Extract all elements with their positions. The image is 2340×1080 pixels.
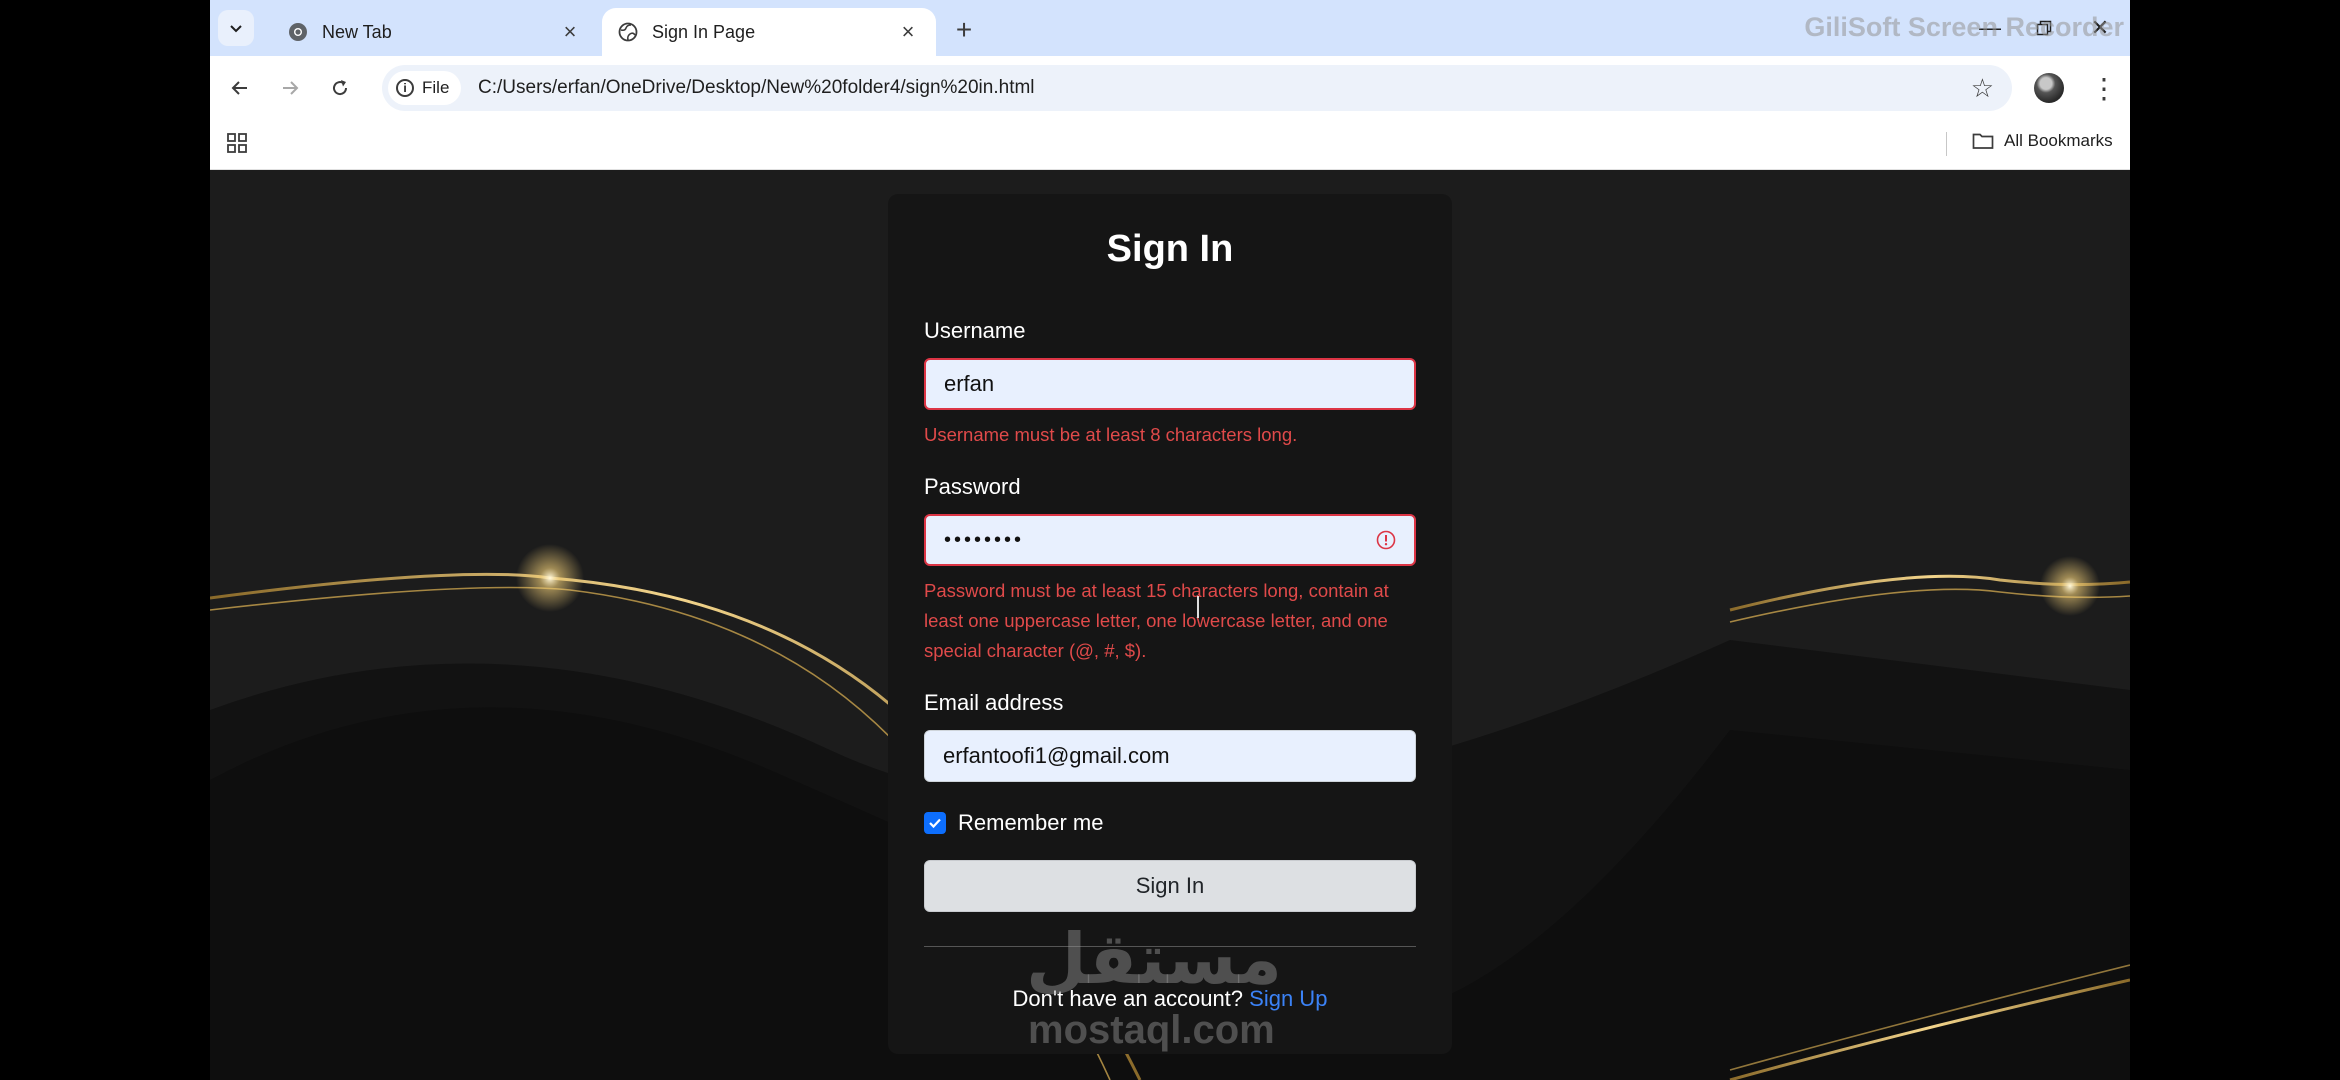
form-title: Sign In [1106, 228, 1234, 270]
tab-title: Sign In Page [652, 21, 756, 42]
all-bookmarks-label: All Bookmarks [2004, 131, 2113, 150]
password-error: Password must be at least 15 characters … [924, 580, 1389, 661]
recorder-watermark: GiliSoft Screen Recorder [1804, 12, 2124, 42]
back-arrow-icon[interactable] [222, 70, 258, 106]
watermark-arabic: مستقل [1026, 918, 1283, 1000]
globe-icon [618, 22, 638, 42]
remember-me-label[interactable]: Remember me [958, 810, 1103, 836]
chrome-icon [289, 23, 307, 41]
password-input[interactable]: •••••••• [924, 514, 1416, 566]
remember-me-checkbox[interactable] [924, 812, 946, 834]
forward-arrow-icon[interactable] [272, 70, 308, 106]
username-input[interactable]: erfan [924, 358, 1416, 410]
address-bar[interactable]: i File C:/Users/erfan/OneDrive/Desktop/N… [382, 65, 2012, 111]
site-chip-label: File [422, 78, 450, 97]
tab-search-chevron-icon[interactable] [218, 10, 254, 46]
password-value: •••••••• [944, 528, 1025, 551]
all-bookmarks-button[interactable]: All Bookmarks [1972, 131, 2113, 151]
url-text[interactable]: C:/Users/erfan/OneDrive/Desktop/New%20fo… [478, 77, 1035, 99]
tab-title: New Tab [322, 21, 392, 42]
text-cursor [1197, 596, 1199, 618]
tab-close-icon[interactable]: × [558, 19, 582, 45]
username-label: Username [924, 318, 1026, 343]
menu-kebab-icon[interactable]: ⋮ [2090, 70, 2118, 106]
bookmarks-separator [1946, 132, 1947, 156]
watermark-latin: mostaql.com [1028, 1008, 1275, 1052]
remember-me-row: Remember me [924, 810, 1103, 836]
tab-strip: New Tab × Sign In Page × + — ✕ GiliSoft … [210, 0, 2130, 56]
toolbar: i File C:/Users/erfan/OneDrive/Desktop/N… [210, 56, 2130, 120]
sign-in-button[interactable]: Sign In [924, 860, 1416, 912]
apps-grid-icon[interactable] [226, 132, 248, 154]
site-info-chip[interactable]: i File [388, 71, 462, 105]
username-error: Username must be at least 8 characters l… [924, 424, 1298, 445]
password-label: Password [924, 474, 1021, 499]
info-icon: i [396, 79, 414, 97]
email-value: erfantoofi1@gmail.com [943, 743, 1170, 768]
bookmark-star-icon[interactable]: ☆ [1971, 73, 1994, 104]
checkmark-icon [929, 818, 941, 829]
tab-new-tab[interactable]: New Tab × [272, 8, 598, 56]
new-tab-plus-icon[interactable]: + [946, 12, 982, 48]
bookmarks-bar: All Bookmarks [210, 120, 2130, 170]
email-input[interactable]: erfantoofi1@gmail.com [924, 730, 1416, 782]
profile-avatar[interactable] [2034, 73, 2064, 103]
username-value: erfan [944, 371, 995, 396]
email-label: Email address [924, 690, 1064, 715]
folder-icon [1972, 133, 1994, 149]
tab-sign-in-page[interactable]: Sign In Page × [602, 8, 936, 56]
reload-icon[interactable] [322, 70, 358, 106]
error-icon [1376, 530, 1396, 550]
tab-close-icon[interactable]: × [896, 19, 920, 45]
